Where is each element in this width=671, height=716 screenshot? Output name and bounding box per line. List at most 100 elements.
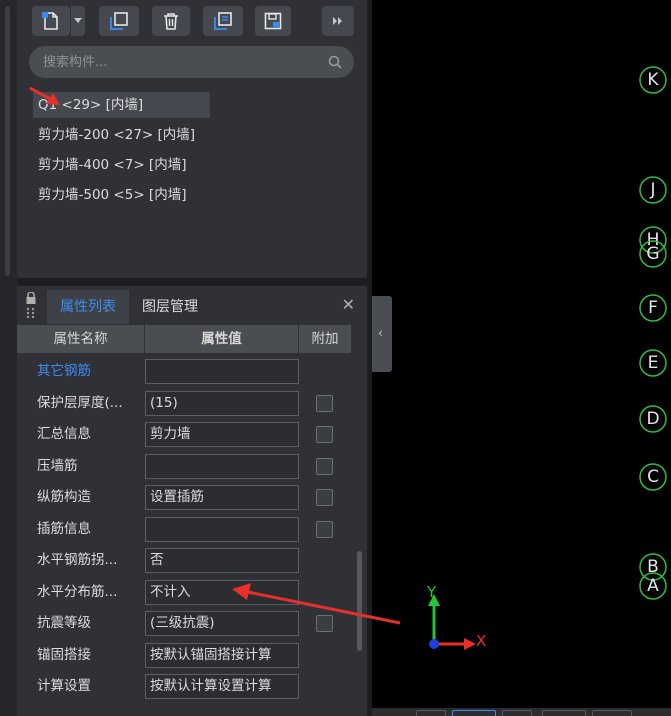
axis-bubble-a[interactable]: A <box>638 571 668 601</box>
more-tools-button[interactable] <box>322 6 354 36</box>
extra-checkbox[interactable] <box>316 394 333 412</box>
table-row: 计算设置 按默认计算设置计算 <box>17 671 351 703</box>
new-document-icon <box>42 12 58 30</box>
delete-component-button[interactable] <box>152 6 190 36</box>
double-chevron-right-icon <box>333 17 342 25</box>
property-value-field[interactable] <box>145 453 299 479</box>
property-name: 水平钢筋拐... <box>37 552 118 568</box>
search-input[interactable] <box>43 46 313 78</box>
collapse-panel-button[interactable]: ‹ <box>372 296 392 372</box>
property-table-header: 属性名称 属性值 附加 <box>17 325 351 353</box>
property-name: 水平分布筋... <box>37 583 118 600</box>
axis-label: E <box>647 353 659 373</box>
property-value-field[interactable] <box>145 516 299 542</box>
axis-bubble-j[interactable]: J <box>638 175 668 205</box>
property-tabs: 属性列表 图层管理 <box>47 290 211 324</box>
caret-down-icon <box>74 18 82 23</box>
toolbar-button[interactable] <box>542 710 586 716</box>
trash-icon <box>164 13 178 30</box>
property-value-field[interactable]: 否 <box>145 548 299 573</box>
axis-label: F <box>648 298 658 318</box>
pin-lock-icon[interactable] <box>25 291 37 322</box>
table-row: 水平钢筋拐... 否 <box>17 545 351 577</box>
copy-to-floor-button[interactable] <box>203 6 243 36</box>
table-row: 汇总信息 剪力墙 <box>17 419 351 451</box>
property-name: 保护层厚度(... <box>37 394 123 411</box>
component-panel: Q1 <29> [内墙] 剪力墙-200 <27> [内墙] 剪力墙-400 <… <box>17 0 367 278</box>
property-name: 纵筋构造 <box>37 489 91 505</box>
left-scrollbar[interactable] <box>5 6 10 276</box>
property-rows: 其它钢筋 保护层厚度(... (15) 汇总信息 剪力墙 压墙筋 纵筋构造 设置插筋 … <box>17 356 351 703</box>
new-component-button[interactable] <box>32 6 70 36</box>
extra-checkbox[interactable] <box>316 457 333 475</box>
extra-checkbox[interactable] <box>316 489 333 506</box>
extra-checkbox[interactable] <box>316 520 333 538</box>
property-name: 插筋信息 <box>37 520 91 537</box>
bottom-toolbar <box>372 708 671 716</box>
component-item[interactable]: 剪力墙-200 <27> [内墙] <box>33 122 353 152</box>
axis-bubble-c[interactable]: C <box>638 462 668 492</box>
property-value-field[interactable]: (15) <box>145 390 299 416</box>
axis-label: A <box>647 576 659 596</box>
new-component-dropdown[interactable] <box>71 6 85 36</box>
component-list: Q1 <29> [内墙] 剪力墙-200 <27> [内墙] 剪力墙-400 <… <box>33 92 353 212</box>
property-scrollbar[interactable] <box>357 551 362 651</box>
header-property-name: 属性名称 <box>17 325 145 353</box>
tab-layer-management[interactable]: 图层管理 <box>129 290 211 324</box>
axis-bubble-k[interactable]: K <box>638 65 668 95</box>
table-row: 压墙筋 <box>17 451 351 483</box>
search-icon[interactable] <box>328 55 342 69</box>
property-name: 锚固搭接 <box>37 646 91 663</box>
property-value-field[interactable]: 按默认锚固搭接计算 <box>145 642 299 668</box>
property-name: 计算设置 <box>37 678 91 694</box>
app-window: Q1 <29> [内墙] 剪力墙-200 <27> [内墙] 剪力墙-400 <… <box>0 0 671 716</box>
toolbar-button[interactable] <box>416 710 446 716</box>
axis-label: C <box>647 467 659 487</box>
copy-icon <box>110 12 128 30</box>
property-value-field[interactable]: 按默认计算设置计算 <box>145 674 299 699</box>
search-box <box>29 46 354 78</box>
tab-property-list[interactable]: 属性列表 <box>47 290 129 324</box>
save-icon <box>264 12 282 30</box>
panel-splitter[interactable] <box>17 278 367 286</box>
table-row: 保护层厚度(... (15) <box>17 388 351 420</box>
axis-bubble-g[interactable]: G <box>638 239 668 269</box>
ucs-x-label: X <box>476 632 487 650</box>
close-icon[interactable]: ✕ <box>342 295 355 314</box>
table-row: 水平分布筋... 不计入 <box>17 577 351 609</box>
toolbar-button-active[interactable] <box>452 710 496 716</box>
property-name: 压墙筋 <box>37 457 78 474</box>
ucs-y-label: Y <box>427 583 437 601</box>
component-item[interactable]: 剪力墙-500 <5> [内墙] <box>33 182 353 212</box>
property-value-field[interactable]: 设置插筋 <box>145 485 299 510</box>
table-row: 抗震等级 (三级抗震) <box>17 608 351 640</box>
save-component-button[interactable] <box>255 6 291 36</box>
table-row: 锚固搭接 按默认锚固搭接计算 <box>17 640 351 672</box>
property-value-field[interactable] <box>145 359 299 384</box>
property-name: 抗震等级 <box>37 615 91 631</box>
extra-checkbox[interactable] <box>316 615 333 632</box>
axis-bubble-d[interactable]: D <box>638 404 668 434</box>
component-item[interactable]: 剪力墙-400 <7> [内墙] <box>33 152 353 182</box>
header-extra: 附加 <box>311 331 339 347</box>
table-row: 插筋信息 <box>17 514 351 546</box>
toolbar-button[interactable] <box>502 710 532 716</box>
component-item-selected[interactable]: Q1 <29> [内墙] <box>33 92 210 118</box>
axis-bubble-e[interactable]: E <box>638 348 668 378</box>
property-value-field[interactable]: 剪力墙 <box>145 422 299 447</box>
copy-component-button[interactable] <box>99 6 139 36</box>
table-row: 其它钢筋 <box>17 356 351 388</box>
axis-label: K <box>647 70 659 90</box>
table-row: 纵筋构造 设置插筋 <box>17 482 351 514</box>
toolbar-button[interactable] <box>592 710 632 716</box>
property-name: 汇总信息 <box>37 426 91 442</box>
drawing-canvas[interactable]: K J H G F E D C B A Y X <box>372 0 671 708</box>
header-property-value: 属性值 <box>145 325 299 353</box>
property-group-label[interactable]: 其它钢筋 <box>37 356 142 388</box>
axis-bubble-f[interactable]: F <box>638 293 668 323</box>
axis-label: J <box>650 180 656 200</box>
property-value-field[interactable]: 不计入 <box>145 579 299 605</box>
extra-checkbox[interactable] <box>316 426 333 443</box>
property-value-field[interactable]: (三级抗震) <box>145 611 299 636</box>
ucs-icon: Y X <box>424 583 494 653</box>
